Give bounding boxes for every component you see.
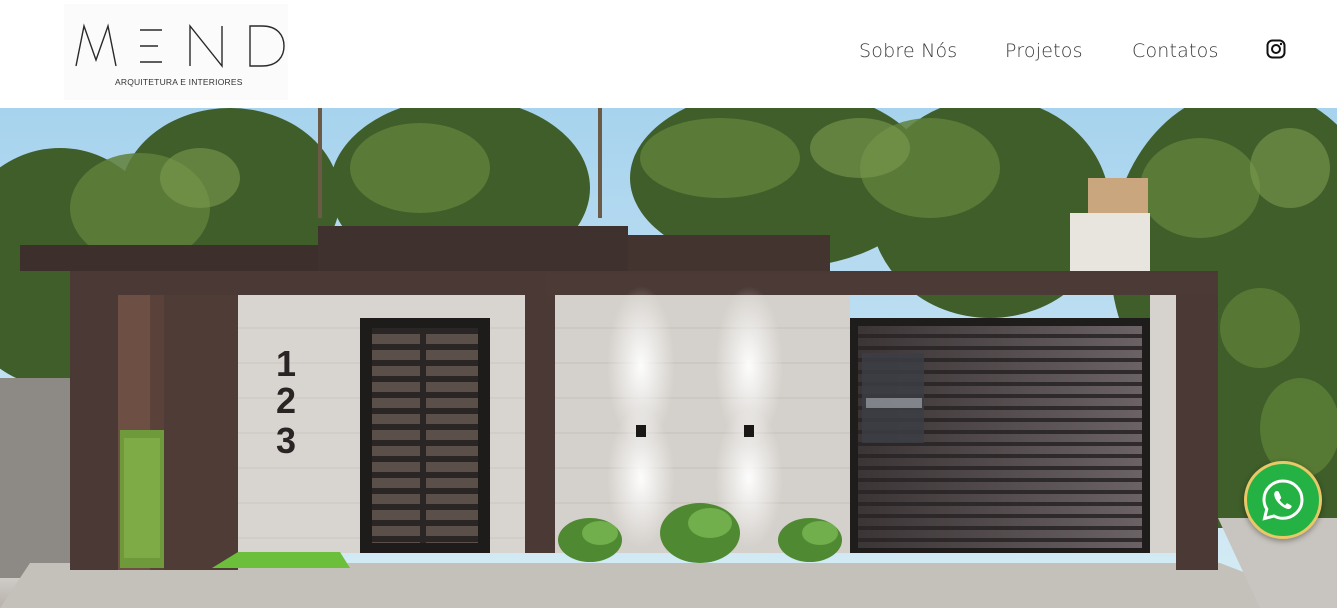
- svg-text:3: 3: [276, 420, 296, 461]
- logo-mark: [75, 23, 285, 68]
- nav-contatos[interactable]: Contatos: [1132, 38, 1219, 64]
- hero-image: 1 2 3: [0, 108, 1337, 608]
- logo[interactable]: ARQUITETURA E INTERIORES: [64, 4, 288, 100]
- house-facade-illustration: 1 2 3: [0, 108, 1337, 608]
- site-header: ARQUITETURA E INTERIORES Sobre Nós Proje…: [0, 0, 1337, 108]
- svg-text:2: 2: [276, 380, 296, 421]
- nav-sobre-nos[interactable]: Sobre Nós: [859, 38, 957, 64]
- logo-tagline: ARQUITETURA E INTERIORES: [115, 77, 243, 87]
- nav-projetos[interactable]: Projetos: [1005, 38, 1083, 64]
- instagram-icon[interactable]: [1266, 39, 1286, 59]
- whatsapp-icon: [1262, 479, 1304, 521]
- svg-text:1: 1: [276, 343, 296, 384]
- whatsapp-button[interactable]: [1244, 461, 1322, 539]
